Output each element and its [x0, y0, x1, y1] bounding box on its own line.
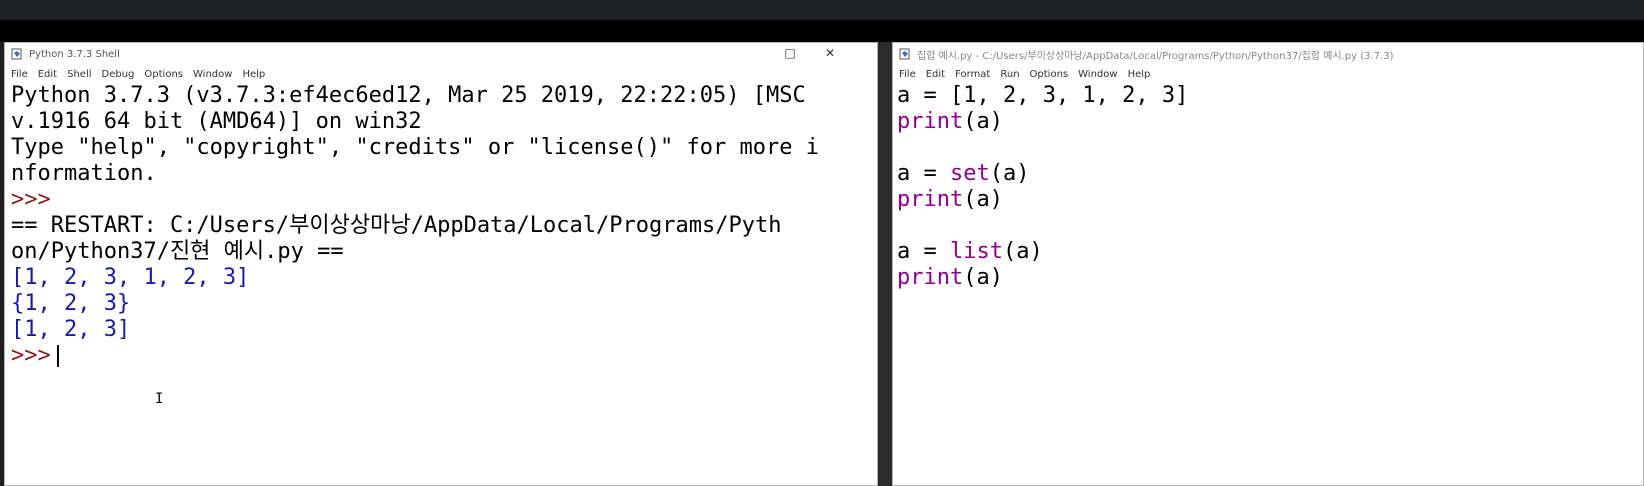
code-line: a = set(a)	[897, 161, 1643, 187]
text-caret	[56, 345, 59, 367]
code-assign: a =	[897, 239, 950, 264]
output-line: [1, 2, 3]	[11, 317, 131, 342]
shell-titlebar: Python 3.7.3 Shell □ ✕	[5, 43, 877, 65]
restart-line: == RESTART: C:/Users/부이상상마낭/AppData/Loca…	[11, 213, 782, 238]
menu-format[interactable]: Format	[955, 69, 990, 80]
desktop-top-bar	[0, 0, 1644, 20]
editor-titlebar: 집합 예시.py - C:/Users/부이상상마낭/AppData/Local…	[893, 43, 1643, 65]
menu-file[interactable]: File	[899, 69, 916, 80]
python-idle-icon	[899, 48, 910, 60]
editor-window: 집합 예시.py - C:/Users/부이상상마낭/AppData/Local…	[892, 42, 1644, 486]
python-idle-icon	[11, 48, 22, 60]
python-shell-window: Python 3.7.3 Shell □ ✕ File Edit Shell D…	[4, 42, 878, 486]
output-line: [1, 2, 3, 1, 2, 3]	[11, 265, 250, 290]
editor-text-area[interactable]: a = [1, 2, 3, 1, 2, 3] print(a) a = set(a)…	[893, 83, 1643, 291]
code-line: a = list(a)	[897, 239, 1643, 265]
keyword-set: set	[949, 161, 990, 186]
menu-debug[interactable]: Debug	[102, 69, 135, 80]
shell-output-area[interactable]: Python 3.7.3 (v3.7.3:ef4ec6ed12, Mar 25 …	[5, 83, 877, 369]
menu-run[interactable]: Run	[1000, 69, 1019, 80]
banner-line: v.1916 64 bit (AMD64)] on win32	[11, 109, 422, 134]
maximize-button[interactable]: □	[781, 46, 799, 60]
keyword-print: print	[897, 265, 964, 290]
editor-menubar: File Edit Format Run Options Window Help	[893, 65, 1643, 83]
keyword-print: print	[897, 187, 964, 212]
menu-help[interactable]: Help	[242, 69, 265, 80]
menu-window[interactable]: Window	[193, 69, 232, 80]
banner-line: nformation.	[11, 161, 157, 186]
menu-options[interactable]: Options	[144, 69, 183, 80]
menu-window[interactable]: Window	[1078, 69, 1117, 80]
code-args: (a)	[989, 161, 1030, 186]
shell-title: Python 3.7.3 Shell	[29, 48, 120, 60]
close-button[interactable]: ✕	[821, 46, 839, 60]
window-gap	[878, 42, 892, 486]
mouse-ibeam-cursor: I	[155, 391, 164, 407]
code-line: print(a)	[897, 265, 1643, 291]
restart-line: on/Python37/진현 예시.py ==	[11, 239, 344, 264]
shell-prompt-active: >>>	[11, 343, 51, 368]
code-line: print(a)	[897, 187, 1643, 213]
keyword-print: print	[897, 109, 964, 134]
editor-title: 집합 예시.py - C:/Users/부이상상마낭/AppData/Local…	[917, 50, 1394, 62]
menu-help[interactable]: Help	[1128, 69, 1151, 80]
banner-line: Type "help", "copyright", "credits" or "…	[11, 135, 819, 160]
shell-menubar: File Edit Shell Debug Options Window Hel…	[5, 65, 877, 83]
code-args: (a)	[963, 265, 1003, 290]
code-assign: a =	[897, 161, 950, 186]
code-args: (a)	[963, 187, 1003, 212]
menu-edit[interactable]: Edit	[926, 69, 945, 80]
menu-file[interactable]: File	[11, 69, 28, 80]
menu-shell[interactable]: Shell	[67, 69, 91, 80]
code-args: (a)	[1002, 239, 1043, 264]
shell-prompt: >>>	[11, 187, 51, 212]
desktop-band	[0, 20, 1644, 42]
menu-options[interactable]: Options	[1030, 69, 1069, 80]
code-args: (a)	[963, 109, 1003, 134]
code-line: print(a)	[897, 109, 1643, 135]
menu-edit[interactable]: Edit	[38, 69, 57, 80]
keyword-list: list	[949, 239, 1003, 264]
output-line: {1, 2, 3}	[11, 291, 131, 316]
banner-line: Python 3.7.3 (v3.7.3:ef4ec6ed12, Mar 25 …	[11, 83, 806, 108]
code-line: a = [1, 2, 3, 1, 2, 3]	[897, 83, 1189, 108]
